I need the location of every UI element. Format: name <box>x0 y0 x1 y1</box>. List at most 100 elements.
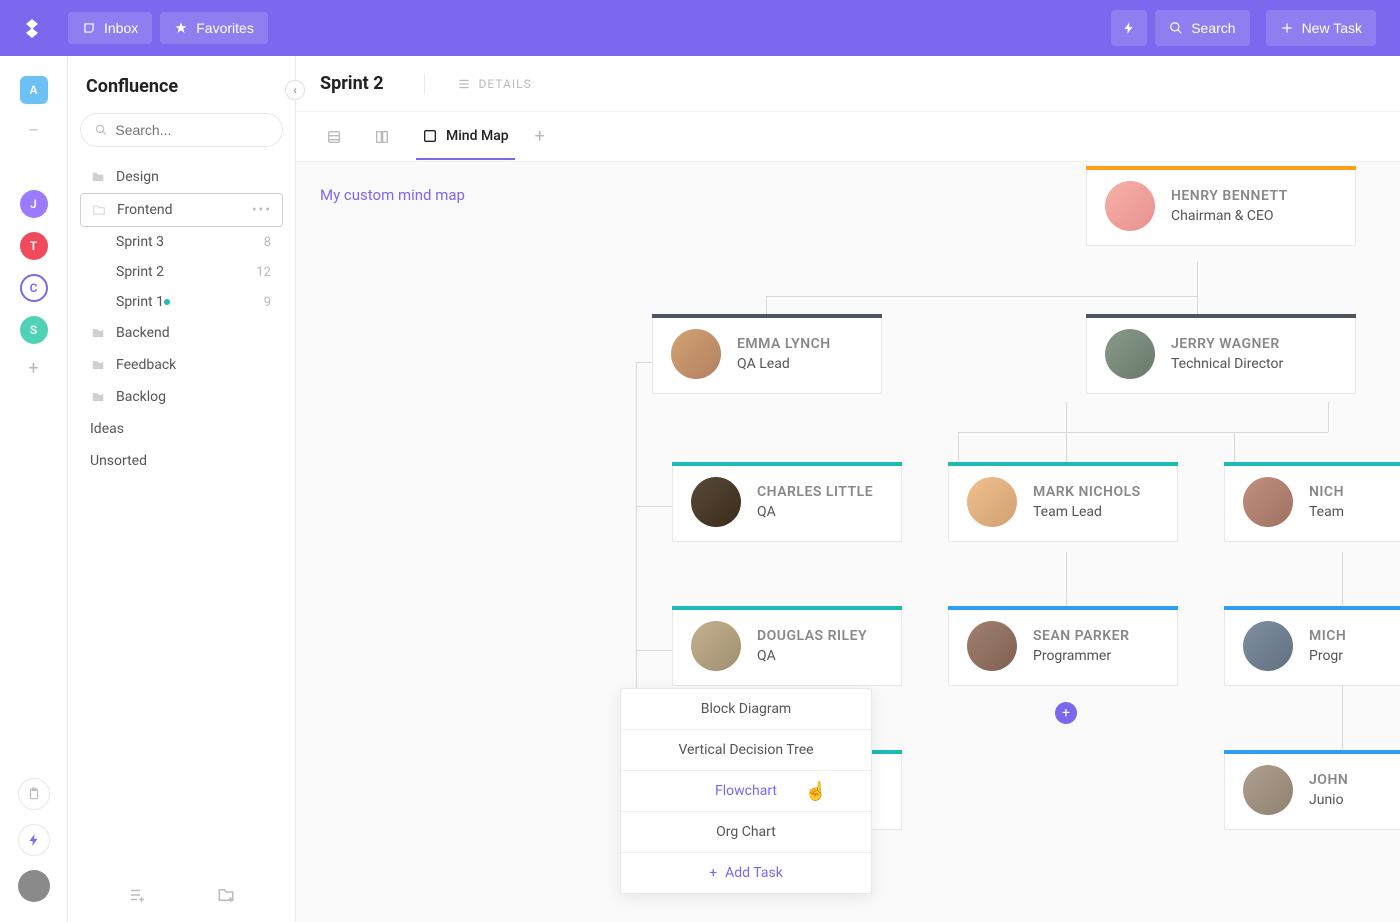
topbar: Inbox Favorites Search New Task <box>0 0 1400 56</box>
sidebar-sub-label: Sprint 1 <box>116 294 164 310</box>
sidebar-item-frontend[interactable]: Frontend ••• <box>80 193 283 227</box>
add-view-button[interactable]: + <box>535 126 545 147</box>
folder-icon <box>90 358 106 372</box>
space-avatar-j[interactable]: J <box>20 190 48 218</box>
count-badge: 8 <box>264 235 271 250</box>
tab-mindmap[interactable]: Mind Map <box>416 114 515 160</box>
sidebar-item-feedback[interactable]: Feedback <box>80 349 283 381</box>
app-logo[interactable] <box>16 12 48 44</box>
card-role: Progr <box>1309 648 1346 664</box>
popup-add-label: Add Task <box>725 865 783 881</box>
mini-sidebar: A − J T C S + <box>0 56 68 922</box>
inbox-icon <box>82 21 96 35</box>
inbox-button[interactable]: Inbox <box>68 12 152 44</box>
add-list-button[interactable] <box>128 886 146 908</box>
sidebar-item-label: Feedback <box>116 357 176 373</box>
search-input[interactable] <box>115 122 268 138</box>
space-avatar-s[interactable]: S <box>20 316 48 344</box>
search-label: Search <box>1191 20 1235 36</box>
popup-add-task[interactable]: + Add Task <box>621 853 871 893</box>
avatar <box>671 329 721 379</box>
popup-item-org-chart[interactable]: Org Chart <box>621 812 871 853</box>
cursor-icon: ☝ <box>805 781 827 802</box>
avatar <box>1243 765 1293 815</box>
favorites-button[interactable]: Favorites <box>160 12 268 44</box>
sidebar-item-unsorted[interactable]: Unsorted <box>80 445 283 477</box>
count-badge: 9 <box>264 295 271 310</box>
user-avatar[interactable] <box>18 870 50 902</box>
sidebar-sub-sprint2[interactable]: Sprint 2 12 <box>80 257 283 287</box>
space-avatar-c[interactable]: C <box>20 274 48 302</box>
details-button[interactable]: DETAILS <box>424 74 532 94</box>
card-name: NICH <box>1309 484 1344 500</box>
org-card[interactable]: EMMA LYNCH QA Lead <box>652 314 882 394</box>
bolt-button[interactable] <box>1111 10 1147 46</box>
folder-icon <box>90 390 106 404</box>
bolt-shortcut-button[interactable] <box>18 824 50 856</box>
org-card[interactable]: NICH Team <box>1224 462 1400 542</box>
tab-board[interactable] <box>368 115 396 159</box>
card-name: DOUGLAS RILEY <box>757 628 867 644</box>
org-card[interactable]: SEAN PARKER Programmer <box>948 606 1178 686</box>
org-card[interactable]: DOUGLAS RILEY QA <box>672 606 902 686</box>
list-icon <box>457 77 471 91</box>
card-name: MARK NICHOLS <box>1033 484 1141 500</box>
add-folder-button[interactable] <box>217 886 235 908</box>
org-card[interactable]: JOHN Junio <box>1224 750 1400 830</box>
card-name: JOHN <box>1309 772 1348 788</box>
card-role: Chairman & CEO <box>1171 208 1288 224</box>
board-view-icon <box>374 129 390 145</box>
sidebar-sub-label: Sprint 3 <box>116 234 164 250</box>
clipboard-button[interactable] <box>18 778 50 810</box>
popup-item-flowchart[interactable]: Flowchart ☝ <box>621 771 871 812</box>
org-card[interactable]: JERRY WAGNER Technical Director <box>1086 314 1356 394</box>
page-title: Sprint 2 <box>320 73 384 94</box>
avatar <box>1243 477 1293 527</box>
sidebar-item-label: Frontend <box>117 202 173 218</box>
clipboard-icon <box>27 787 41 801</box>
space-avatar-t[interactable]: T <box>20 232 48 260</box>
details-label: DETAILS <box>479 77 532 91</box>
card-role: Junio <box>1309 792 1348 808</box>
sidebar-sub-sprint1[interactable]: Sprint 1 9 <box>80 287 283 317</box>
avatar <box>691 621 741 671</box>
sidebar-search[interactable] <box>80 113 283 147</box>
popup-item-block-diagram[interactable]: Block Diagram <box>621 689 871 730</box>
more-icon[interactable]: ••• <box>252 202 272 218</box>
card-name: HENRY BENNETT <box>1171 188 1288 204</box>
bolt-icon <box>1122 21 1136 35</box>
card-role: QA <box>757 504 873 520</box>
folder-open-icon <box>91 203 107 217</box>
org-card[interactable]: CHARLES LITTLE QA <box>672 462 902 542</box>
sidebar-sub-sprint3[interactable]: Sprint 3 8 <box>80 227 283 257</box>
org-card[interactable]: MARK NICHOLS Team Lead <box>948 462 1178 542</box>
search-button[interactable]: Search <box>1155 10 1249 46</box>
org-card-root[interactable]: HENRY BENNETT Chairman & CEO <box>1086 166 1356 246</box>
org-card[interactable]: MICH Progr <box>1224 606 1400 686</box>
new-task-button[interactable]: New Task <box>1266 10 1376 46</box>
plus-icon: + <box>709 865 717 881</box>
add-space-button[interactable]: + <box>28 358 38 379</box>
sidebar: Confluence ‹ Design Frontend ••• Sprint … <box>68 56 296 922</box>
inbox-label: Inbox <box>104 20 138 36</box>
popup-item-vertical-tree[interactable]: Vertical Decision Tree <box>621 730 871 771</box>
add-node-button[interactable]: + <box>1055 702 1077 724</box>
card-name: JERRY WAGNER <box>1171 336 1283 352</box>
main: Sprint 2 DETAILS Mind Map + My custom mi… <box>296 56 1400 922</box>
collapse-minus-icon[interactable]: − <box>28 118 39 142</box>
card-role: Programmer <box>1033 648 1129 664</box>
template-popup: Block Diagram Vertical Decision Tree Flo… <box>620 688 872 894</box>
sidebar-item-design[interactable]: Design <box>80 161 283 193</box>
sidebar-title: Confluence <box>80 76 283 97</box>
search-icon <box>1169 21 1183 35</box>
workspace-square[interactable]: A <box>20 76 48 104</box>
list-view-icon <box>326 129 342 145</box>
sidebar-item-ideas[interactable]: Ideas <box>80 413 283 445</box>
sidebar-item-backlog[interactable]: Backlog <box>80 381 283 413</box>
search-icon <box>95 123 107 137</box>
count-badge: 12 <box>256 265 271 280</box>
sidebar-item-backend[interactable]: Backend <box>80 317 283 349</box>
card-name: CHARLES LITTLE <box>757 484 873 500</box>
tab-list[interactable] <box>320 115 348 159</box>
avatar <box>1105 181 1155 231</box>
